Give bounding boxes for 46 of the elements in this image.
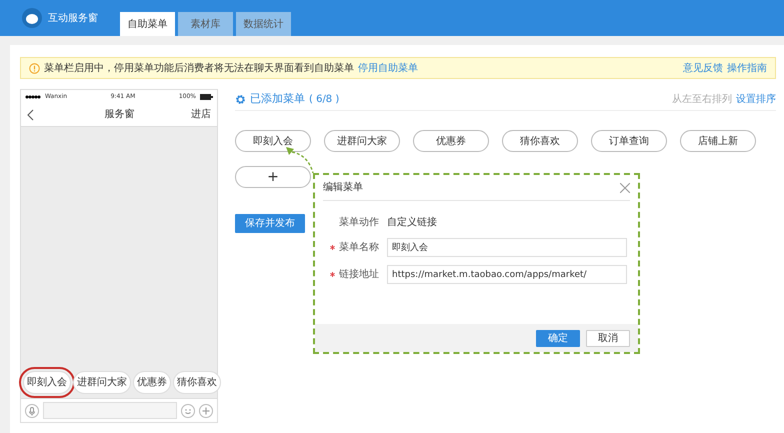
text-input[interactable]: https://market.m.taobao.com/apps/market/ bbox=[387, 265, 627, 284]
sort-link[interactable]: 设置排序 bbox=[736, 92, 776, 107]
logo-icon bbox=[22, 8, 42, 28]
required-icon bbox=[330, 272, 335, 277]
phone-menu-item[interactable]: 进群问大家 bbox=[73, 371, 131, 394]
menu-count: ( 6/8 ) bbox=[309, 93, 340, 107]
field-label: 菜单动作 bbox=[339, 216, 379, 230]
menu-item[interactable]: 优惠券 bbox=[413, 130, 489, 152]
emoji-icon[interactable] bbox=[181, 404, 195, 418]
phone-menu-item[interactable]: 猜你喜欢 bbox=[173, 371, 221, 394]
warning-icon bbox=[29, 62, 40, 74]
text-input[interactable]: 即刻入会 bbox=[387, 238, 627, 257]
enter-store-link[interactable]: 进店 bbox=[191, 107, 211, 122]
confirm-button[interactable]: 确定 bbox=[536, 330, 580, 346]
save-publish-button[interactable]: 保存并发布 bbox=[235, 214, 305, 233]
plus-icon[interactable] bbox=[199, 404, 213, 418]
field-label: 菜单名称 bbox=[339, 240, 379, 255]
help-link[interactable]: 操作指南 bbox=[727, 60, 767, 76]
phone-menu-item[interactable]: 优惠券 bbox=[133, 371, 171, 394]
required-icon bbox=[330, 245, 335, 250]
signal-icon bbox=[25, 94, 41, 98]
menu-item[interactable]: 进群问大家 bbox=[324, 130, 400, 152]
help-link[interactable]: 意见反馈 bbox=[683, 60, 723, 76]
tab[interactable]: 数据统计 bbox=[236, 12, 291, 36]
field-label: 链接地址 bbox=[339, 268, 379, 282]
back-icon[interactable] bbox=[27, 108, 34, 120]
sort-hint: 从左至右排列 bbox=[672, 92, 732, 107]
close-icon[interactable] bbox=[620, 182, 630, 192]
field-value: 自定义链接 bbox=[387, 216, 437, 230]
tab[interactable]: 素材库 bbox=[178, 12, 233, 36]
dialog-title: 编辑菜单 bbox=[323, 180, 363, 195]
cancel-button[interactable]: 取消 bbox=[586, 330, 630, 346]
menu-item[interactable]: 订单查询 bbox=[591, 130, 667, 152]
tab[interactable]: 自助菜单 bbox=[120, 12, 175, 36]
notice-text: 菜单栏启用中，停用菜单功能后消费者将无法在聊天界面看到自助菜单 bbox=[44, 62, 354, 76]
menu-item[interactable]: 店铺上新 bbox=[680, 130, 756, 152]
panel-title: 已添加菜单 bbox=[250, 91, 305, 108]
menu-item[interactable]: 猜你喜欢 bbox=[502, 130, 578, 152]
menu-item[interactable]: 即刻入会 bbox=[235, 130, 311, 152]
add-menu-button[interactable]: + bbox=[235, 166, 311, 188]
phone-title: 服务窗 bbox=[104, 108, 134, 122]
message-input[interactable] bbox=[43, 402, 177, 419]
app-name: 互动服务窗 bbox=[48, 12, 98, 26]
settings-icon bbox=[235, 94, 246, 105]
microphone-icon[interactable] bbox=[25, 404, 39, 418]
battery-icon bbox=[200, 94, 213, 100]
